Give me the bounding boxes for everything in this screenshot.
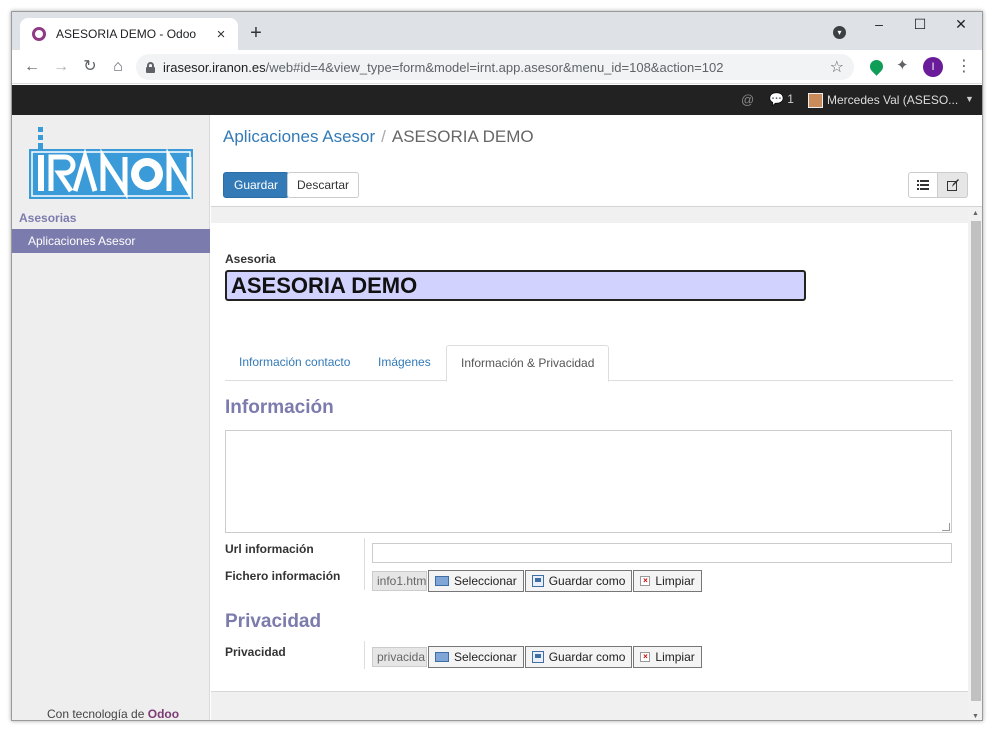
- fichero-informacion-label: Fichero información: [225, 569, 341, 583]
- tab-informacion-privacidad[interactable]: Información & Privacidad: [446, 345, 610, 382]
- tab-title: ASESORIA DEMO - Odoo: [56, 27, 197, 41]
- tab-close-icon[interactable]: ×: [212, 26, 230, 43]
- user-menu-caret-icon[interactable]: ▼: [965, 94, 974, 104]
- main-content: Aplicaciones Asesor / ASESORIA DEMO Guarda…: [211, 115, 982, 720]
- form-scroll-area[interactable]: Asesoria ASESORIA DEMO Información conta…: [211, 208, 982, 720]
- minimize-button[interactable]: –: [864, 16, 894, 32]
- tab-informacion-contacto[interactable]: Información contacto: [225, 345, 364, 381]
- select-privacy-file-button[interactable]: Seleccionar: [428, 646, 524, 668]
- breadcrumb-current: ASESORIA DEMO: [391, 127, 534, 146]
- vertical-scrollbar[interactable]: ▲ ▼: [968, 208, 982, 720]
- extension-leaf-icon[interactable]: [867, 57, 886, 76]
- breadcrumb-separator: /: [381, 127, 386, 146]
- message-count: 1: [787, 92, 794, 106]
- privacidad-widget: privacida Seleccionar Guardar como × Limp…: [372, 646, 702, 668]
- clear-icon: ×: [640, 576, 651, 586]
- odoo-favicon-icon: [32, 27, 46, 41]
- form-sheet: Asesoria ASESORIA DEMO Información conta…: [211, 223, 968, 692]
- odoo-link[interactable]: Odoo: [148, 707, 179, 720]
- close-window-button[interactable]: ✕: [946, 16, 976, 33]
- section-privacidad: Privacidad: [225, 611, 322, 632]
- browser-tab[interactable]: ASESORIA DEMO - Odoo ×: [20, 18, 238, 50]
- field-divider: [364, 641, 365, 669]
- resize-grip-icon[interactable]: [942, 523, 950, 531]
- form-view-button[interactable]: [938, 172, 968, 198]
- section-informacion: Información: [225, 397, 334, 418]
- fichero-informacion-widget: info1.htm Seleccionar Guardar como × Limp…: [372, 570, 702, 592]
- forward-arrow-icon[interactable]: →: [50, 56, 72, 78]
- user-avatar[interactable]: [808, 93, 823, 108]
- list-view-button[interactable]: [908, 172, 938, 198]
- breadcrumb: Aplicaciones Asesor / ASESORIA DEMO: [223, 127, 534, 147]
- clear-icon: ×: [640, 652, 651, 662]
- scrollbar-thumb[interactable]: [971, 221, 981, 701]
- folder-icon: [435, 652, 449, 662]
- discard-button[interactable]: Descartar: [287, 172, 360, 198]
- clear-privacy-button[interactable]: × Limpiar: [633, 646, 702, 668]
- scroll-down-icon[interactable]: ▼: [972, 713, 979, 720]
- control-panel: Aplicaciones Asesor / ASESORIA DEMO Guarda…: [211, 115, 982, 207]
- tab-search-icon[interactable]: ▾: [833, 26, 846, 39]
- reload-icon[interactable]: ↻: [79, 56, 101, 78]
- field-divider: [364, 538, 365, 590]
- powered-by: Con tecnología de Odoo: [47, 707, 180, 721]
- tab-imagenes[interactable]: Imágenes: [364, 345, 445, 381]
- browser-window: ASESORIA DEMO - Odoo × + ▾ – ☐ ✕ ← → ↻ ⌂…: [11, 11, 983, 721]
- user-menu[interactable]: Mercedes Val (ASESO...: [827, 93, 958, 107]
- privacidad-label: Privacidad: [225, 645, 286, 659]
- url-text[interactable]: irasesor.iranon.es/web#id=4&view_type=fo…: [163, 60, 830, 75]
- maximize-button[interactable]: ☐: [905, 16, 935, 33]
- sidebar: Asesorias Aplicaciones Asesor Con tecnol…: [12, 115, 210, 721]
- sidebar-section-asesorias: Asesorias: [19, 211, 77, 225]
- browser-menu-icon[interactable]: ⋮: [956, 56, 972, 76]
- name-label: Asesoria: [225, 252, 276, 266]
- home-icon[interactable]: ⌂: [107, 56, 129, 78]
- select-file-button[interactable]: Seleccionar: [428, 570, 524, 592]
- browser-toolbar: ← → ↻ ⌂ irasesor.iranon.es/web#id=4&view…: [12, 50, 982, 84]
- tab-strip: ASESORIA DEMO - Odoo × + ▾ – ☐ ✕: [12, 12, 982, 50]
- back-arrow-icon[interactable]: ←: [21, 56, 43, 78]
- sidebar-item-aplicaciones-asesor[interactable]: Aplicaciones Asesor: [12, 229, 210, 253]
- profile-avatar[interactable]: I: [923, 57, 943, 77]
- fichero-filename: info1.htm: [372, 571, 427, 591]
- notebook-tabs: Información contacto Imágenes Informació…: [225, 345, 953, 382]
- informacion-textarea[interactable]: [225, 430, 952, 533]
- url-informacion-label: Url información: [225, 542, 314, 556]
- address-bar[interactable]: irasesor.iranon.es/web#id=4&view_type=fo…: [136, 54, 854, 80]
- messages-button[interactable]: 💬 1: [769, 92, 794, 106]
- odoo-top-navbar: @ 💬 1 Mercedes Val (ASESO... ▼: [12, 85, 982, 115]
- mentions-icon[interactable]: @: [741, 92, 754, 107]
- iranon-logo[interactable]: [29, 127, 193, 199]
- breadcrumb-parent[interactable]: Aplicaciones Asesor: [223, 127, 375, 146]
- save-icon: [531, 575, 544, 587]
- chat-bubble-icon: 💬: [769, 92, 784, 106]
- bookmark-star-icon[interactable]: ☆: [830, 57, 844, 77]
- name-field[interactable]: ASESORIA DEMO: [225, 270, 806, 301]
- lock-icon[interactable]: [146, 61, 155, 73]
- save-button[interactable]: Guardar: [223, 172, 290, 198]
- extensions-puzzle-icon[interactable]: ✦: [896, 56, 909, 74]
- save-icon: [531, 651, 544, 663]
- save-as-button[interactable]: Guardar como: [524, 570, 633, 592]
- folder-icon: [435, 576, 449, 586]
- new-tab-button[interactable]: +: [246, 22, 266, 45]
- view-switcher: [908, 172, 968, 198]
- list-icon: [917, 180, 929, 190]
- save-as-privacy-button[interactable]: Guardar como: [524, 646, 633, 668]
- clear-file-button[interactable]: × Limpiar: [633, 570, 702, 592]
- privacidad-filename: privacida: [372, 647, 427, 667]
- url-informacion-input[interactable]: [372, 543, 952, 563]
- edit-icon: [946, 179, 959, 191]
- scroll-up-icon[interactable]: ▲: [972, 210, 979, 217]
